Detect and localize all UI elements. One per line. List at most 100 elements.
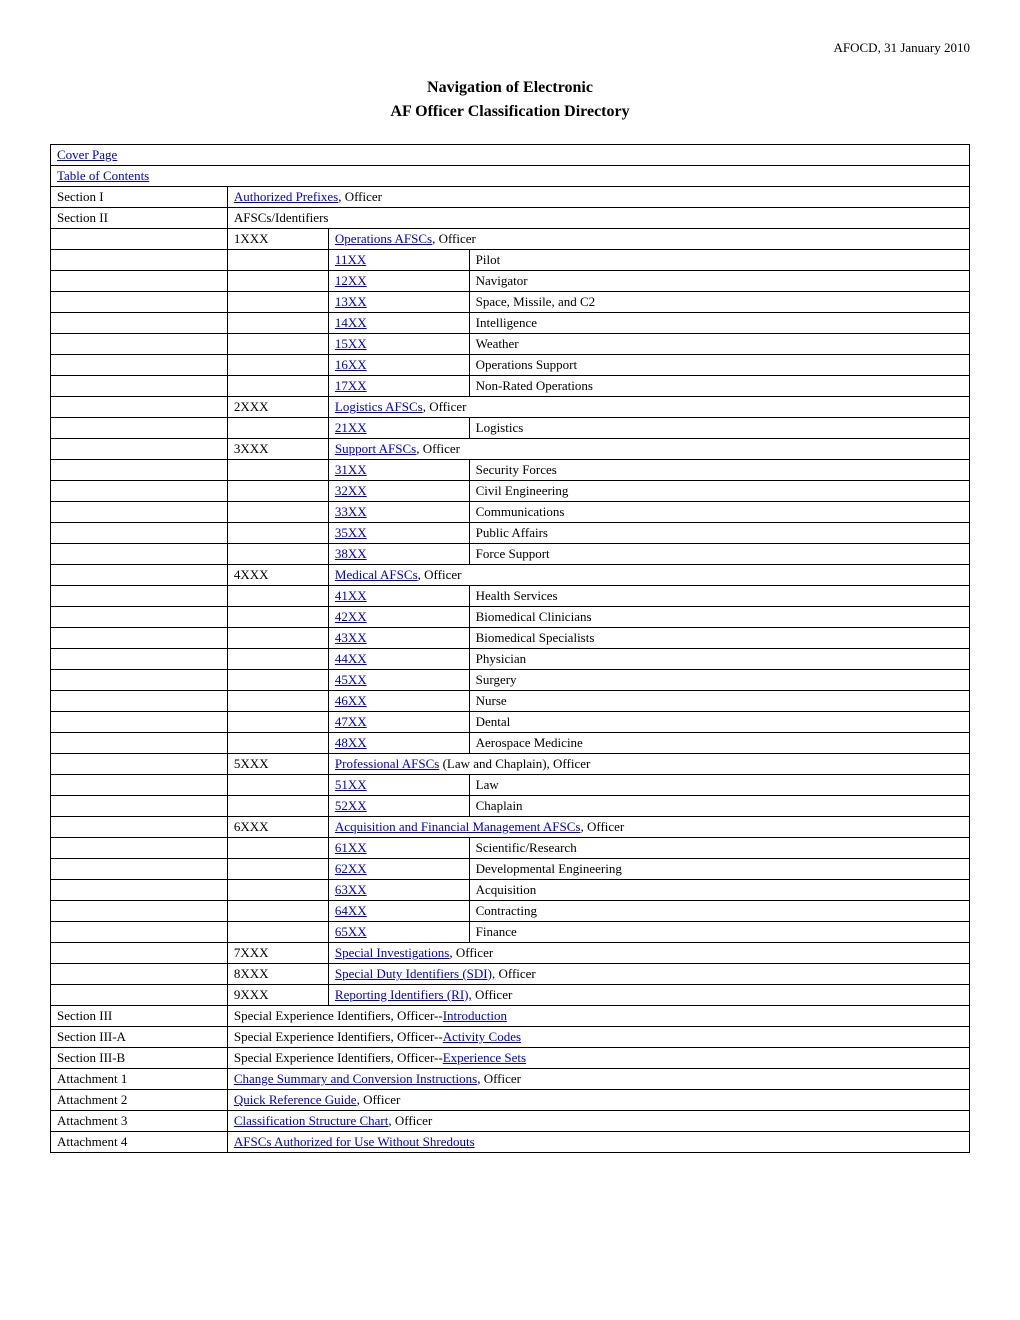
table-row: 1XXX Operations AFSCs, Officer: [51, 229, 970, 250]
31xx-link[interactable]: 31XX: [335, 462, 367, 477]
table-row: 31XX Security Forces: [51, 460, 970, 481]
table-row: 2XXX Logistics AFSCs, Officer: [51, 397, 970, 418]
medical-afscs-link[interactable]: Medical AFSCs: [335, 567, 418, 582]
table-row: 48XX Aerospace Medicine: [51, 733, 970, 754]
table-row: Section III Special Experience Identifie…: [51, 1006, 970, 1027]
33xx-link[interactable]: 33XX: [335, 504, 367, 519]
toc-cell: Table of Contents: [51, 166, 970, 187]
section-iii-a-label: Section III-A: [51, 1027, 228, 1048]
special-duty-link[interactable]: Special Duty Identifiers (SDI),: [335, 966, 495, 981]
12xx-link[interactable]: 12XX: [335, 273, 367, 288]
table-row: 45XX Surgery: [51, 670, 970, 691]
table-row: 16XX Operations Support: [51, 355, 970, 376]
13xx-link[interactable]: 13XX: [335, 294, 367, 309]
physician-cell: Physician: [469, 649, 969, 670]
table-row: 44XX Physician: [51, 649, 970, 670]
21xx-link[interactable]: 21XX: [335, 420, 367, 435]
reporting-identifiers-link[interactable]: Reporting Identifiers (RI),: [335, 987, 472, 1002]
4xxx-cell: 4XXX: [227, 565, 328, 586]
table-row: 64XX Contracting: [51, 901, 970, 922]
64xx-link[interactable]: 64XX: [335, 903, 367, 918]
51xx-link[interactable]: 51XX: [335, 777, 367, 792]
section-ii-label: Section II: [51, 208, 228, 229]
cover-page-link[interactable]: Cover Page: [57, 147, 117, 162]
change-summary-link[interactable]: Change Summary and Conversion Instructio…: [234, 1071, 477, 1086]
section-i-label: Section I: [51, 187, 228, 208]
table-row: Table of Contents: [51, 166, 970, 187]
title-line1: Navigation of Electronic: [50, 76, 970, 100]
public-affairs-cell: Public Affairs: [469, 523, 969, 544]
44xx-link[interactable]: 44XX: [335, 651, 367, 666]
non-rated-cell: Non-Rated Operations: [469, 376, 969, 397]
8xxx-cell: 8XXX: [227, 964, 328, 985]
professional-afscs-link[interactable]: Professional AFSCs: [335, 756, 439, 771]
15xx-link[interactable]: 15XX: [335, 336, 367, 351]
afscs-authorized-link[interactable]: AFSCs Authorized for Use Without Shredou…: [234, 1134, 475, 1149]
9xxx-cell: 9XXX: [227, 985, 328, 1006]
experience-sets-link[interactable]: Experience Sets: [443, 1050, 526, 1065]
46xx-link[interactable]: 46XX: [335, 693, 367, 708]
document-header: AFOCD, 31 January 2010: [50, 40, 970, 56]
47xx-link[interactable]: 47XX: [335, 714, 367, 729]
1xxx-cell: 1XXX: [227, 229, 328, 250]
table-row: Section II AFSCs/Identifiers: [51, 208, 970, 229]
table-row: 7XXX Special Investigations, Officer: [51, 943, 970, 964]
special-investigations-link[interactable]: Special Investigations: [335, 945, 449, 960]
16xx-link[interactable]: 16XX: [335, 357, 367, 372]
14xx-link[interactable]: 14XX: [335, 315, 367, 330]
table-row: Section III-A Special Experience Identif…: [51, 1027, 970, 1048]
title-line2: AF Officer Classification Directory: [50, 100, 970, 124]
civil-engineering-cell: Civil Engineering: [469, 481, 969, 502]
61xx-link[interactable]: 61XX: [335, 840, 367, 855]
63xx-link[interactable]: 63XX: [335, 882, 367, 897]
support-afscs-link[interactable]: Support AFSCs: [335, 441, 416, 456]
activity-codes-link[interactable]: Activity Codes: [443, 1029, 521, 1044]
operations-afscs-link[interactable]: Operations AFSCs: [335, 231, 432, 246]
table-row: Attachment 2 Quick Reference Guide, Offi…: [51, 1090, 970, 1111]
table-row: 63XX Acquisition: [51, 880, 970, 901]
52xx-link[interactable]: 52XX: [335, 798, 367, 813]
table-row: 15XX Weather: [51, 334, 970, 355]
authorized-prefixes-link[interactable]: Authorized Prefixes: [234, 189, 338, 204]
biomedical-clinicians-cell: Biomedical Clinicians: [469, 607, 969, 628]
logistics-afscs-link[interactable]: Logistics AFSCs: [335, 399, 423, 414]
table-row: 32XX Civil Engineering: [51, 481, 970, 502]
acq-financial-link[interactable]: Acquisition and Financial Management AFS…: [335, 819, 581, 834]
48xx-link[interactable]: 48XX: [335, 735, 367, 750]
introduction-link[interactable]: Introduction: [443, 1008, 507, 1023]
attachment4-label: Attachment 4: [51, 1132, 228, 1153]
table-row: 65XX Finance: [51, 922, 970, 943]
6xxx-cell: 6XXX: [227, 817, 328, 838]
45xx-link[interactable]: 45XX: [335, 672, 367, 687]
aerospace-medicine-cell: Aerospace Medicine: [469, 733, 969, 754]
table-row: 5XXX Professional AFSCs (Law and Chaplai…: [51, 754, 970, 775]
dental-cell: Dental: [469, 712, 969, 733]
attachment3-label: Attachment 3: [51, 1111, 228, 1132]
quick-reference-link[interactable]: Quick Reference Guide: [234, 1092, 357, 1107]
43xx-link[interactable]: 43XX: [335, 630, 367, 645]
table-of-contents-link[interactable]: Table of Contents: [57, 168, 149, 183]
section-iii-b-content: Special Experience Identifiers, Officer-…: [227, 1048, 969, 1069]
table-row: 43XX Biomedical Specialists: [51, 628, 970, 649]
classification-structure-link[interactable]: Classification Structure Chart: [234, 1113, 389, 1128]
operations-support-cell: Operations Support: [469, 355, 969, 376]
65xx-link[interactable]: 65XX: [335, 924, 367, 939]
11xx-link[interactable]: 11XX: [335, 252, 366, 267]
35xx-link[interactable]: 35XX: [335, 525, 367, 540]
section-iii-b-label: Section III-B: [51, 1048, 228, 1069]
42xx-link[interactable]: 42XX: [335, 609, 367, 624]
32xx-link[interactable]: 32XX: [335, 483, 367, 498]
38xx-link[interactable]: 38XX: [335, 546, 367, 561]
table-row: 62XX Developmental Engineering: [51, 859, 970, 880]
special-investigations-cell: Special Investigations, Officer: [328, 943, 969, 964]
table-row: 12XX Navigator: [51, 271, 970, 292]
62xx-link[interactable]: 62XX: [335, 861, 367, 876]
acquisition-cell: Acquisition: [469, 880, 969, 901]
17xx-link[interactable]: 17XX: [335, 378, 367, 393]
41xx-link[interactable]: 41XX: [335, 588, 367, 603]
navigation-table: Cover Page Table of Contents Section I A…: [50, 144, 970, 1153]
surgery-cell: Surgery: [469, 670, 969, 691]
intelligence-cell: Intelligence: [469, 313, 969, 334]
attachment1-content: Change Summary and Conversion Instructio…: [227, 1069, 969, 1090]
table-row: 51XX Law: [51, 775, 970, 796]
